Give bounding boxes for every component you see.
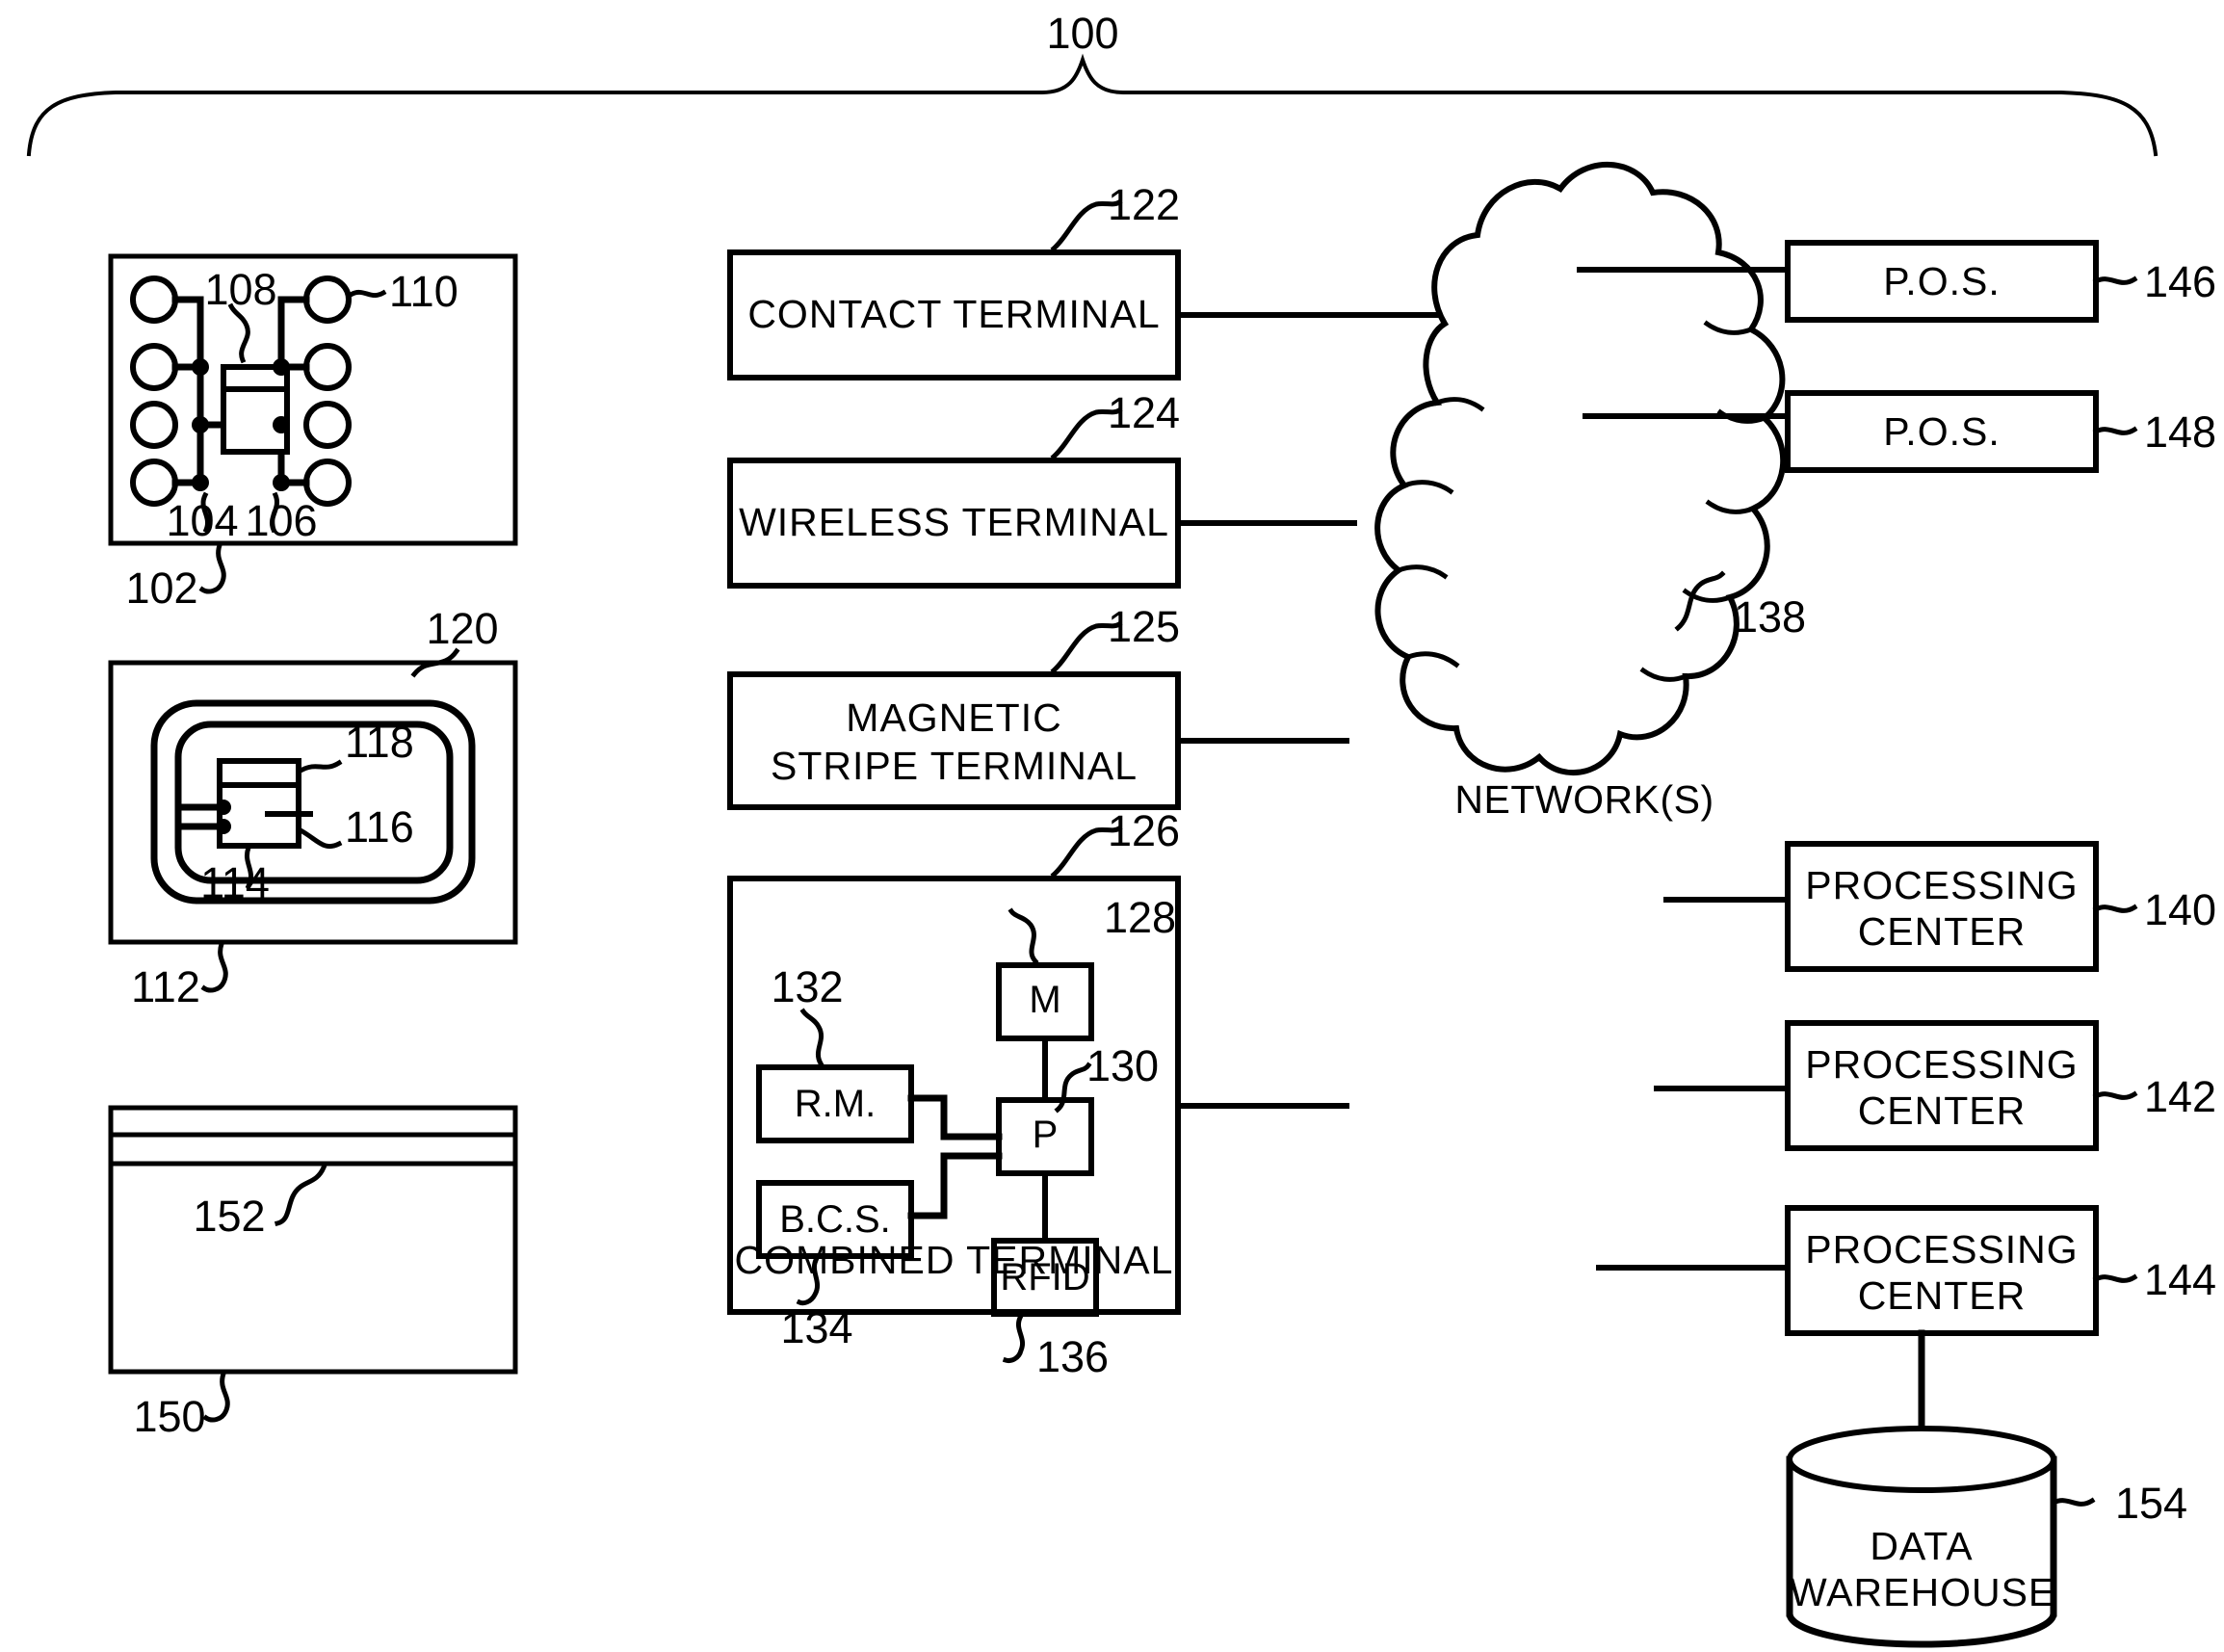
memory-box-label: M xyxy=(1029,979,1061,1021)
wireless-terminal-label: WIRELESS TERMINAL xyxy=(739,500,1169,544)
ref-110-pad: 110 xyxy=(389,267,458,316)
ref-132-reader-module: 132 xyxy=(771,962,844,1011)
figure-ref-100: 100 xyxy=(1046,9,1119,58)
ref-130-processor: 130 xyxy=(1086,1041,1160,1090)
contact-terminal-label: CONTACT TERMINAL xyxy=(747,292,1161,336)
ref-120-card-outline: 120 xyxy=(426,604,499,653)
ref-114-chip: 114 xyxy=(200,858,270,907)
ref-142-processing-center-2: 142 xyxy=(2144,1072,2217,1121)
ref-118-coupler: 118 xyxy=(345,718,414,767)
ref-140-processing-center-1: 140 xyxy=(2144,885,2217,934)
ref-144-processing-center-3: 144 xyxy=(2144,1255,2217,1304)
processing-center-3-line2: CENTER xyxy=(1857,1273,2027,1318)
ref-134-barcode-scanner: 134 xyxy=(780,1303,853,1352)
reader-module-box-label: R.M. xyxy=(794,1083,877,1125)
processing-center-2-line1: PROCESSING xyxy=(1805,1042,2079,1087)
processing-center-1-line2: CENTER xyxy=(1857,909,2027,954)
processor-box-label: P xyxy=(1032,1114,1059,1156)
ref-126-combined-terminal: 126 xyxy=(1108,806,1181,855)
ref-102-module: 102 xyxy=(125,564,198,613)
combined-terminal-label: COMBINED TERMINAL xyxy=(734,1238,1174,1282)
magnetic-stripe-terminal-label-line2: STRIPE TERMINAL xyxy=(770,744,1138,788)
processing-center-3-line1: PROCESSING xyxy=(1805,1227,2079,1272)
ref-138-network: 138 xyxy=(1734,592,1807,642)
ref-122-contact-terminal: 122 xyxy=(1108,180,1181,229)
ref-116-antenna: 116 xyxy=(345,802,414,852)
ref-154-data-warehouse: 154 xyxy=(2115,1479,2188,1528)
ref-108-chip: 108 xyxy=(204,265,277,314)
ref-104-contacts-left: 104 xyxy=(166,496,239,545)
patent-figure: 100 108 110 104 106 102 120 118 116 114 … xyxy=(0,0,2224,1652)
ref-128-memory: 128 xyxy=(1104,893,1177,942)
processing-center-1-line1: PROCESSING xyxy=(1805,863,2079,907)
processing-center-2-line2: CENTER xyxy=(1857,1088,2027,1133)
ref-146-pos-1: 146 xyxy=(2144,257,2217,306)
ref-136-rfid: 136 xyxy=(1036,1332,1110,1381)
ref-125-magnetic-stripe-terminal: 125 xyxy=(1108,602,1181,651)
ref-112-card: 112 xyxy=(131,962,200,1011)
ref-106-contacts-right: 106 xyxy=(245,496,318,545)
ref-150-card: 150 xyxy=(133,1392,206,1441)
ref-152-stripe: 152 xyxy=(193,1192,266,1241)
data-warehouse-line2: WAREHOUSE xyxy=(1790,1570,2056,1614)
ref-124-wireless-terminal: 124 xyxy=(1108,388,1181,437)
ref-148-pos-2: 148 xyxy=(2144,407,2217,457)
data-warehouse-line1: DATA xyxy=(1870,1524,1974,1568)
magnetic-stripe-terminal-label-line1: MAGNETIC xyxy=(846,695,1062,740)
pos-2-label: P.O.S. xyxy=(1883,409,2001,454)
pos-1-label: P.O.S. xyxy=(1883,259,2001,303)
rfid-box-label: RFID xyxy=(1000,1256,1090,1298)
network-cloud-label: NETWORK(S) xyxy=(1454,777,1714,822)
barcode-scanner-box-label: B.C.S. xyxy=(779,1198,891,1241)
